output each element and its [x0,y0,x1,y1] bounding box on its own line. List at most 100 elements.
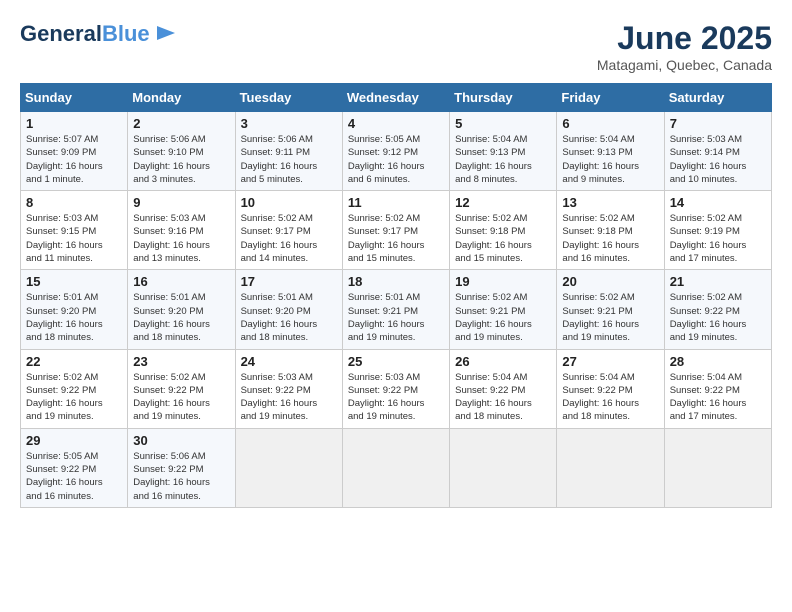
day-number: 3 [241,116,337,131]
day-number: 13 [562,195,658,210]
calendar-cell: 26Sunrise: 5:04 AMSunset: 9:22 PMDayligh… [450,349,557,428]
day-number: 30 [133,433,229,448]
day-info: Sunrise: 5:03 AMSunset: 9:15 PMDaylight:… [26,212,122,265]
day-number: 29 [26,433,122,448]
day-number: 10 [241,195,337,210]
calendar-cell [342,428,449,507]
calendar-cell: 16Sunrise: 5:01 AMSunset: 9:20 PMDayligh… [128,270,235,349]
logo-text: GeneralBlue [20,22,150,46]
day-number: 19 [455,274,551,289]
day-number: 14 [670,195,766,210]
weekday-header-wednesday: Wednesday [342,84,449,112]
day-number: 6 [562,116,658,131]
calendar-table: SundayMondayTuesdayWednesdayThursdayFrid… [20,83,772,508]
calendar-cell [664,428,771,507]
day-info: Sunrise: 5:01 AMSunset: 9:20 PMDaylight:… [241,291,337,344]
weekday-header-monday: Monday [128,84,235,112]
day-number: 18 [348,274,444,289]
day-number: 2 [133,116,229,131]
day-number: 21 [670,274,766,289]
day-info: Sunrise: 5:02 AMSunset: 9:18 PMDaylight:… [455,212,551,265]
calendar-cell: 22 Sunrise: 5:02 AMSunset: 9:22 PMDayligh… [21,349,128,428]
day-number: 5 [455,116,551,131]
day-info: Sunrise: 5:02 AMSunset: 9:21 PMDaylight:… [455,291,551,344]
calendar-cell: 8Sunrise: 5:03 AMSunset: 9:15 PMDaylight… [21,191,128,270]
calendar-cell: 11 Sunrise: 5:02 AMSunset: 9:17 PMDayligh… [342,191,449,270]
page-header: GeneralBlue June 2025 Matagami, Quebec, … [20,20,772,73]
day-info: Sunrise: 5:03 AMSunset: 9:16 PMDaylight:… [133,212,229,265]
day-info: Sunrise: 5:02 AMSunset: 9:22 PMDaylight:… [26,371,122,424]
day-number: 11 [348,195,444,210]
title-block: June 2025 Matagami, Quebec, Canada [597,20,772,73]
day-number: 20 [562,274,658,289]
weekday-header-tuesday: Tuesday [235,84,342,112]
day-info: Sunrise: 5:02 AMSunset: 9:19 PMDaylight:… [670,212,766,265]
weekday-header-thursday: Thursday [450,84,557,112]
logo-icon [155,22,177,44]
calendar-week-row: 22 Sunrise: 5:02 AMSunset: 9:22 PMDayligh… [21,349,772,428]
day-info: Sunrise: 5:07 AMSunset: 9:09 PMDaylight:… [26,133,122,186]
calendar-cell: 9Sunrise: 5:03 AMSunset: 9:16 PMDaylight… [128,191,235,270]
day-info: Sunrise: 5:06 AMSunset: 9:22 PMDaylight:… [133,450,229,503]
calendar-cell: 7 Sunrise: 5:03 AMSunset: 9:14 PMDaylight… [664,112,771,191]
day-info: Sunrise: 5:02 AMSunset: 9:17 PMDaylight:… [348,212,444,265]
calendar-cell [235,428,342,507]
calendar-cell: 3 Sunrise: 5:06 AMSunset: 9:11 PMDaylight… [235,112,342,191]
day-info: Sunrise: 5:04 AMSunset: 9:22 PMDaylight:… [670,371,766,424]
day-info: Sunrise: 5:02 AMSunset: 9:21 PMDaylight:… [562,291,658,344]
day-number: 23 [133,354,229,369]
day-info: Sunrise: 5:02 AMSunset: 9:17 PMDaylight:… [241,212,337,265]
calendar-cell: 6 Sunrise: 5:04 AMSunset: 9:13 PMDaylight… [557,112,664,191]
day-info: Sunrise: 5:04 AMSunset: 9:22 PMDaylight:… [455,371,551,424]
calendar-cell: 20 Sunrise: 5:02 AMSunset: 9:21 PMDayligh… [557,270,664,349]
calendar-cell: 18 Sunrise: 5:01 AMSunset: 9:21 PMDayligh… [342,270,449,349]
month-title: June 2025 [597,20,772,57]
day-info: Sunrise: 5:05 AMSunset: 9:12 PMDaylight:… [348,133,444,186]
calendar-cell: 17 Sunrise: 5:01 AMSunset: 9:20 PMDayligh… [235,270,342,349]
calendar-cell: 13Sunrise: 5:02 AMSunset: 9:18 PMDayligh… [557,191,664,270]
day-info: Sunrise: 5:03 AMSunset: 9:14 PMDaylight:… [670,133,766,186]
calendar-cell: 10 Sunrise: 5:02 AMSunset: 9:17 PMDayligh… [235,191,342,270]
day-info: Sunrise: 5:06 AMSunset: 9:10 PMDaylight:… [133,133,229,186]
day-number: 12 [455,195,551,210]
calendar-header-row: SundayMondayTuesdayWednesdayThursdayFrid… [21,84,772,112]
calendar-cell: 24Sunrise: 5:03 AMSunset: 9:22 PMDayligh… [235,349,342,428]
calendar-cell [557,428,664,507]
calendar-cell: 15Sunrise: 5:01 AMSunset: 9:20 PMDayligh… [21,270,128,349]
calendar-cell: 5 Sunrise: 5:04 AMSunset: 9:13 PMDaylight… [450,112,557,191]
weekday-header-saturday: Saturday [664,84,771,112]
calendar-cell: 4 Sunrise: 5:05 AMSunset: 9:12 PMDaylight… [342,112,449,191]
logo: GeneralBlue [20,20,177,49]
calendar-week-row: 15Sunrise: 5:01 AMSunset: 9:20 PMDayligh… [21,270,772,349]
calendar-cell: 19 Sunrise: 5:02 AMSunset: 9:21 PMDayligh… [450,270,557,349]
day-number: 22 [26,354,122,369]
day-number: 28 [670,354,766,369]
calendar-cell: 21 Sunrise: 5:02 AMSunset: 9:22 PMDayligh… [664,270,771,349]
day-number: 7 [670,116,766,131]
calendar-cell: 27Sunrise: 5:04 AMSunset: 9:22 PMDayligh… [557,349,664,428]
day-number: 1 [26,116,122,131]
day-info: Sunrise: 5:02 AMSunset: 9:22 PMDaylight:… [670,291,766,344]
day-number: 24 [241,354,337,369]
day-info: Sunrise: 5:01 AMSunset: 9:21 PMDaylight:… [348,291,444,344]
day-info: Sunrise: 5:06 AMSunset: 9:11 PMDaylight:… [241,133,337,186]
day-number: 17 [241,274,337,289]
calendar-cell: 14 Sunrise: 5:02 AMSunset: 9:19 PMDayligh… [664,191,771,270]
calendar-cell: 2 Sunrise: 5:06 AMSunset: 9:10 PMDaylight… [128,112,235,191]
calendar-cell: 29 Sunrise: 5:05 AMSunset: 9:22 PMDayligh… [21,428,128,507]
calendar-cell: 25 Sunrise: 5:03 AMSunset: 9:22 PMDayligh… [342,349,449,428]
calendar-cell: 23Sunrise: 5:02 AMSunset: 9:22 PMDayligh… [128,349,235,428]
day-info: Sunrise: 5:04 AMSunset: 9:13 PMDaylight:… [562,133,658,186]
day-number: 4 [348,116,444,131]
weekday-header-friday: Friday [557,84,664,112]
day-info: Sunrise: 5:03 AMSunset: 9:22 PMDaylight:… [348,371,444,424]
calendar-week-row: 1 Sunrise: 5:07 AMSunset: 9:09 PMDaylight… [21,112,772,191]
day-number: 25 [348,354,444,369]
calendar-cell: 12 Sunrise: 5:02 AMSunset: 9:18 PMDayligh… [450,191,557,270]
day-info: Sunrise: 5:05 AMSunset: 9:22 PMDaylight:… [26,450,122,503]
day-number: 27 [562,354,658,369]
day-info: Sunrise: 5:01 AMSunset: 9:20 PMDaylight:… [133,291,229,344]
calendar-week-row: 29 Sunrise: 5:05 AMSunset: 9:22 PMDayligh… [21,428,772,507]
calendar-cell [450,428,557,507]
day-info: Sunrise: 5:04 AMSunset: 9:13 PMDaylight:… [455,133,551,186]
